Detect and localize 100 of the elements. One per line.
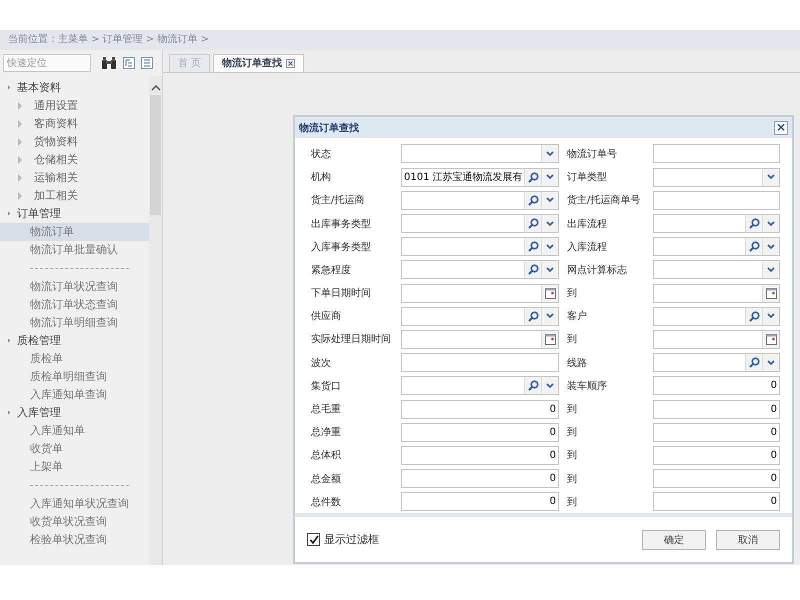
search-icon[interactable] [524, 168, 541, 186]
tree-item[interactable]: 上架单 [0, 458, 149, 476]
input-field[interactable]: 0 [401, 422, 559, 442]
dropdown-icon[interactable] [762, 238, 779, 256]
field-label: 装车顺序 [567, 380, 608, 393]
input-field[interactable] [401, 306, 559, 326]
dropdown-icon[interactable] [762, 354, 779, 372]
input-field[interactable]: 0 [653, 446, 780, 465]
tree-item[interactable]: 检验单状况查询 [0, 531, 149, 549]
tree-item[interactable]: 物流订单明细查询 [0, 314, 149, 332]
binoculars-icon[interactable] [101, 56, 117, 70]
input-field[interactable] [653, 214, 780, 234]
tree-group[interactable]: 基本资料 [0, 79, 149, 97]
input-field[interactable] [653, 144, 780, 164]
dropdown-icon[interactable] [541, 238, 558, 256]
tree-folder[interactable]: 仓储相关 [0, 151, 149, 169]
tree-folder[interactable]: 客商资料 [0, 115, 149, 133]
dropdown-icon[interactable] [541, 377, 558, 394]
calendar-icon[interactable] [541, 284, 558, 302]
dropdown-icon[interactable] [762, 215, 779, 232]
tree-folder[interactable]: 加工相关 [0, 187, 149, 205]
dropdown-icon[interactable] [762, 308, 779, 325]
input-field[interactable] [653, 190, 780, 210]
search-icon[interactable] [524, 377, 541, 394]
dropdown-icon[interactable] [541, 261, 558, 278]
input-field[interactable]: 0 [653, 492, 780, 512]
input-field[interactable] [401, 260, 559, 280]
input-field[interactable] [401, 353, 559, 372]
input-field[interactable] [653, 237, 780, 256]
search-icon[interactable] [524, 261, 541, 278]
scrollbar[interactable] [149, 76, 162, 565]
tree-item[interactable]: 物流订单状况查询 [0, 278, 149, 296]
dropdown-icon[interactable] [541, 215, 558, 232]
dropdown-icon[interactable] [541, 308, 558, 325]
tree-item[interactable]: 物流订单状态查询 [0, 296, 149, 314]
search-icon[interactable] [745, 238, 762, 256]
tab[interactable]: 物流订单查找 [213, 54, 304, 72]
scroll-up-icon[interactable] [150, 84, 160, 91]
search-icon[interactable] [524, 215, 541, 232]
tree-item[interactable]: 收货单 [0, 440, 149, 458]
tree-item[interactable]: 入库通知单状况查询 [0, 495, 149, 513]
search-icon[interactable] [524, 238, 541, 256]
expand-tree-icon[interactable] [123, 57, 135, 69]
tree-item[interactable]: 质检单 [0, 350, 149, 368]
input-field[interactable]: 0 [653, 422, 780, 442]
tree-folder[interactable]: 货物资料 [0, 133, 149, 151]
input-field[interactable]: 0 [401, 492, 559, 512]
scrollbar-thumb[interactable] [150, 95, 161, 215]
search-icon[interactable] [745, 354, 762, 372]
input-field[interactable] [401, 330, 559, 349]
show-filter-checkbox[interactable]: 显示过滤框 [307, 532, 379, 548]
dropdown-icon[interactable] [541, 168, 558, 186]
field-label: 出库事务类型 [311, 218, 372, 231]
tree-folder[interactable]: 通用设置 [0, 97, 149, 115]
input-field[interactable] [401, 190, 559, 210]
dropdown-icon[interactable] [762, 168, 779, 186]
input-field[interactable] [653, 330, 780, 349]
input-field[interactable]: 0 [653, 400, 780, 419]
tree-folder[interactable]: 运输相关 [0, 169, 149, 187]
calendar-icon[interactable] [541, 330, 558, 348]
tree-group[interactable]: 质检管理 [0, 332, 149, 350]
input-field[interactable] [653, 306, 780, 326]
input-field[interactable] [401, 376, 559, 396]
input-field[interactable] [653, 353, 780, 372]
tree-group[interactable]: 入库管理 [0, 404, 149, 422]
tree-item[interactable]: 收货单状况查询 [0, 513, 149, 531]
input-field[interactable]: 0 [653, 469, 780, 488]
checkbox[interactable] [307, 533, 320, 546]
tree-item[interactable]: 入库通知单查询 [0, 386, 149, 404]
tree-item[interactable]: 质检单明细查询 [0, 368, 149, 386]
dialog-button[interactable]: 取消 [716, 530, 780, 550]
input-field[interactable] [401, 237, 559, 256]
input-field[interactable] [401, 214, 559, 234]
close-icon[interactable] [286, 59, 296, 68]
input-field[interactable] [653, 168, 780, 187]
search-icon[interactable] [524, 192, 541, 209]
input-field[interactable] [401, 144, 559, 164]
search-field[interactable]: 快速定位 [3, 54, 91, 72]
input-field[interactable]: 0 [401, 469, 559, 488]
search-icon[interactable] [745, 308, 762, 325]
input-field[interactable]: 0 [653, 376, 780, 396]
dropdown-icon[interactable] [541, 192, 558, 209]
close-button[interactable]: × [774, 120, 788, 135]
search-icon[interactable] [745, 215, 762, 232]
input-field[interactable]: 0 [401, 400, 559, 419]
input-field[interactable] [401, 284, 559, 303]
tree-item[interactable]: 入库通知单 [0, 422, 149, 440]
dropdown-icon[interactable] [762, 261, 779, 278]
input-field[interactable]: 0101 江苏宝通物流发展有 [401, 168, 559, 187]
tree-group[interactable]: 订单管理 [0, 205, 149, 223]
search-icon[interactable] [524, 308, 541, 325]
dialog-button[interactable]: 确定 [642, 530, 706, 550]
calendar-icon[interactable] [762, 284, 779, 302]
input-field[interactable]: 0 [401, 446, 559, 465]
dropdown-icon[interactable] [541, 145, 558, 162]
input-field[interactable] [653, 284, 780, 303]
tree-item[interactable]: 物流订单批量确认 [0, 241, 149, 259]
input-field[interactable] [653, 260, 780, 280]
calendar-icon[interactable] [762, 330, 779, 348]
list-icon[interactable] [141, 57, 153, 69]
